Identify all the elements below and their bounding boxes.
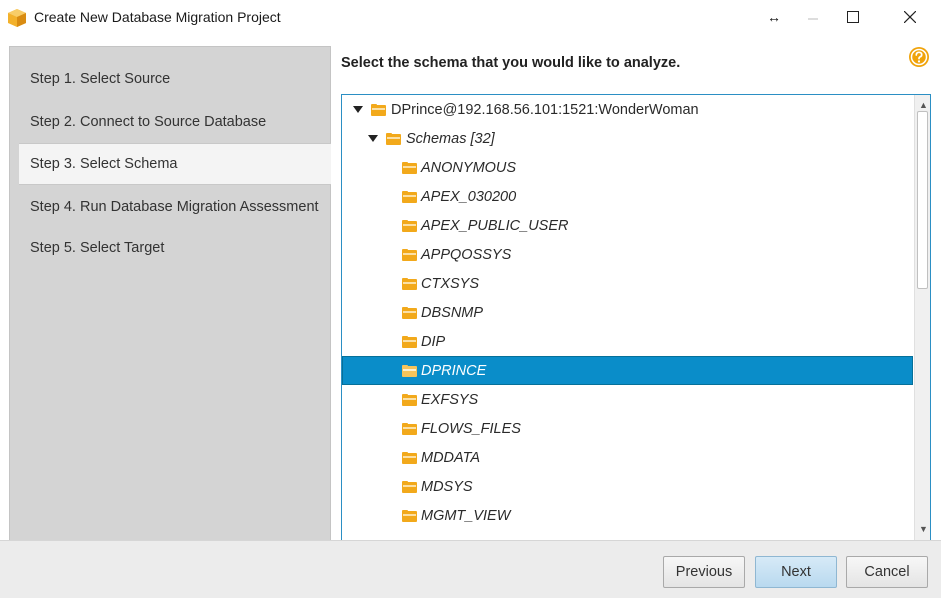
schema-item-flows-files[interactable]: FLOWS_FILES (342, 414, 913, 443)
folder-icon (402, 481, 417, 493)
step-run-assessment[interactable]: Step 4. Run Database Migration Assessmen… (10, 186, 330, 228)
schema-item-apex-030200[interactable]: APEX_030200 (342, 182, 913, 211)
window-title: Create New Database Migration Project (34, 9, 281, 25)
title-bar: Create New Database Migration Project ↔ (0, 0, 941, 36)
schema-label: DPRINCE (421, 362, 487, 379)
schema-label: APEX_030200 (421, 188, 517, 205)
cube-icon (8, 9, 26, 27)
step-label: Step 2. Connect to Source Database (30, 114, 267, 130)
schema-item-mddata[interactable]: MDDATA (342, 443, 913, 472)
maximize-icon (847, 11, 859, 23)
schema-label: ANONYMOUS (421, 159, 517, 176)
tree-node-label: Schemas [32] (406, 130, 495, 147)
scroll-up-icon[interactable]: ▲ (919, 100, 928, 110)
step-connect-source[interactable]: Step 2. Connect to Source Database (10, 101, 330, 143)
folder-icon (402, 307, 417, 319)
schema-item-mgmt-view[interactable]: MGMT_VIEW (342, 501, 913, 530)
dialog-body: Step 1. Select Source Step 2. Connect to… (0, 36, 941, 548)
steps-panel: Step 1. Select Source Step 2. Connect to… (9, 46, 332, 548)
maximize-button[interactable] (830, 0, 876, 34)
folder-icon (402, 452, 417, 464)
schema-label: DBSNMP (421, 304, 484, 321)
close-icon (904, 11, 916, 23)
folder-icon (402, 249, 417, 261)
folder-icon (402, 394, 417, 406)
resize-arrows-icon: ↔ (767, 9, 781, 25)
tree-node-label: DPrince@192.168.56.101:1521:WonderWoman (391, 101, 699, 118)
folder-icon (402, 423, 417, 435)
schema-tree[interactable]: DPrince@192.168.56.101:1521:WonderWoman … (341, 94, 931, 541)
schema-item-dbsnmp[interactable]: DBSNMP (342, 298, 913, 327)
minimize-button[interactable] (795, 0, 831, 34)
main-panel: Select the schema that you would like to… (331, 36, 941, 541)
schema-item-dprince[interactable]: DPRINCE (342, 356, 913, 385)
tree-scrollbar[interactable]: ▲ ▼ (914, 95, 930, 540)
schema-label: CTXSYS (421, 275, 480, 292)
schema-label: FLOWS_FILES (421, 420, 521, 437)
scroll-down-icon[interactable]: ▼ (919, 524, 928, 534)
schema-item-anonymous[interactable]: ANONYMOUS (342, 153, 913, 182)
schema-label: EXFSYS (421, 391, 479, 408)
help-icon[interactable] (908, 46, 930, 68)
step-label: Step 4. Run Database Migration Assessmen… (30, 199, 319, 215)
folder-icon (402, 365, 417, 377)
schema-label: MDSYS (421, 478, 473, 495)
step-label: Step 3. Select Schema (30, 156, 178, 172)
folder-icon (402, 191, 417, 203)
minimize-icon (808, 18, 818, 20)
previous-button[interactable]: Previous (663, 556, 745, 588)
tree-schemas-node[interactable]: Schemas [32] (342, 124, 913, 153)
close-button[interactable] (887, 0, 933, 34)
schema-item-mdsys[interactable]: MDSYS (342, 472, 913, 501)
folder-icon (386, 133, 401, 145)
schema-item-dip[interactable]: DIP (342, 327, 913, 356)
folder-icon (402, 220, 417, 232)
step-label: Step 5. Select Target (30, 240, 165, 256)
step-label: Step 1. Select Source (30, 71, 171, 87)
page-prompt: Select the schema that you would like to… (341, 55, 681, 71)
schema-item-exfsys[interactable]: EXFSYS (342, 385, 913, 414)
tree-root-connection[interactable]: DPrince@192.168.56.101:1521:WonderWoman (342, 95, 913, 124)
schema-label: MDDATA (421, 449, 481, 466)
folder-icon (402, 278, 417, 290)
step-select-schema[interactable]: Step 3. Select Schema (19, 143, 332, 185)
folder-icon (402, 510, 417, 522)
schema-item-appqossys[interactable]: APPQOSSYS (342, 240, 913, 269)
step-select-source[interactable]: Step 1. Select Source (10, 58, 330, 100)
schema-label: APPQOSSYS (421, 246, 512, 263)
folder-icon (402, 336, 417, 348)
schema-label: MGMT_VIEW (421, 507, 511, 524)
next-button[interactable]: Next (755, 556, 837, 588)
schema-label: APEX_PUBLIC_USER (421, 217, 569, 234)
database-icon (371, 104, 386, 116)
cancel-button[interactable]: Cancel (846, 556, 928, 588)
schema-item-ctxsys[interactable]: CTXSYS (342, 269, 913, 298)
schema-label: DIP (421, 333, 446, 350)
expand-arrow-icon[interactable] (353, 106, 363, 113)
dialog-footer: Previous Next Cancel (0, 540, 941, 598)
folder-icon (402, 162, 417, 174)
scrollbar-thumb[interactable] (917, 111, 928, 289)
expand-arrow-icon[interactable] (368, 135, 378, 142)
schema-item-apex-public-user[interactable]: APEX_PUBLIC_USER (342, 211, 913, 240)
step-select-target[interactable]: Step 5. Select Target (10, 227, 330, 269)
